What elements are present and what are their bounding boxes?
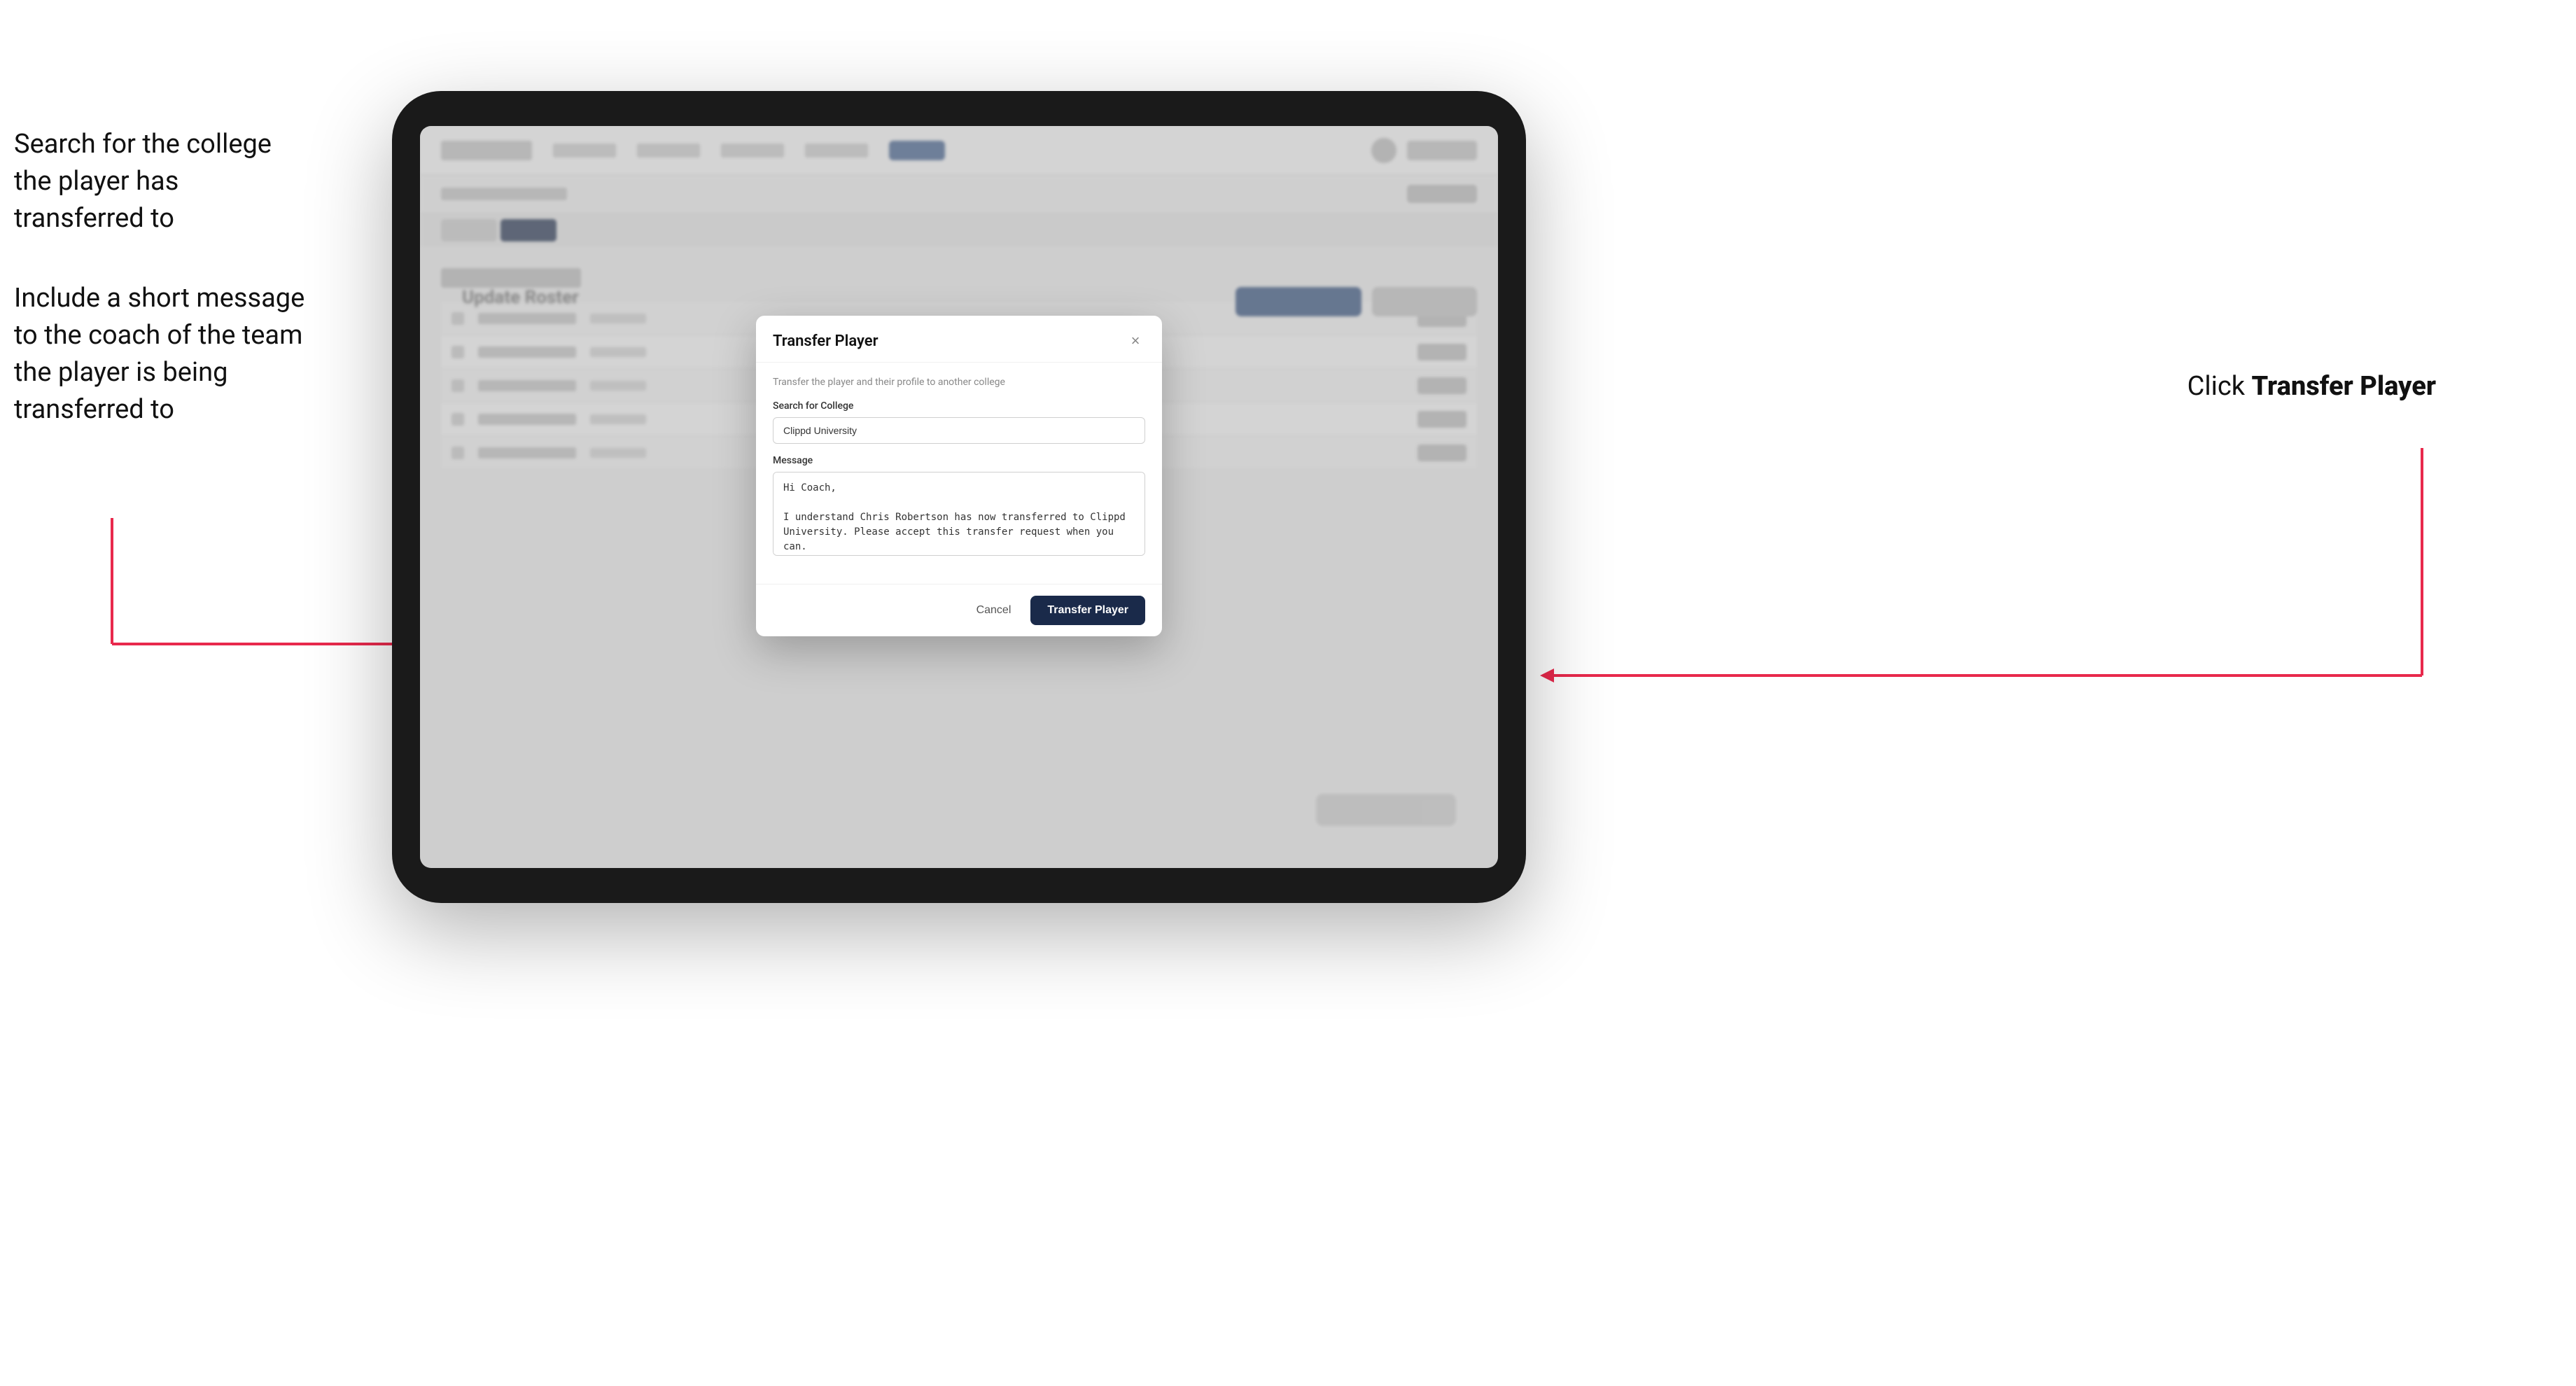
college-input[interactable]: [773, 417, 1145, 444]
modal-overlay: Transfer Player × Transfer the player an…: [420, 126, 1498, 868]
college-form-group: Search for College: [773, 400, 1145, 444]
modal-description: Transfer the player and their profile to…: [773, 377, 1145, 388]
message-textarea[interactable]: Hi Coach, I understand Chris Robertson h…: [773, 472, 1145, 556]
transfer-player-modal: Transfer Player × Transfer the player an…: [756, 316, 1162, 636]
annotation-text-2: Include a short message to the coach of …: [14, 280, 308, 429]
college-label: Search for College: [773, 400, 1145, 412]
annotation-text-1: Search for the college the player has tr…: [14, 126, 308, 238]
tablet-screen: Update Roster Transfer Player × Transfer…: [420, 126, 1498, 868]
modal-close-button[interactable]: ×: [1126, 331, 1145, 351]
cancel-button[interactable]: Cancel: [965, 597, 1023, 624]
tablet-frame: Update Roster Transfer Player × Transfer…: [392, 91, 1526, 903]
annotation-right-text: Click Transfer Player: [2188, 371, 2436, 402]
message-label: Message: [773, 455, 1145, 466]
message-form-group: Message Hi Coach, I understand Chris Rob…: [773, 455, 1145, 559]
annotation-right: Click Transfer Player: [2188, 371, 2436, 402]
modal-footer: Cancel Transfer Player: [756, 584, 1162, 636]
modal-header: Transfer Player ×: [756, 316, 1162, 363]
modal-body: Transfer the player and their profile to…: [756, 363, 1162, 584]
modal-title: Transfer Player: [773, 332, 878, 350]
annotation-left: Search for the college the player has tr…: [14, 126, 308, 470]
transfer-player-button[interactable]: Transfer Player: [1030, 596, 1145, 625]
